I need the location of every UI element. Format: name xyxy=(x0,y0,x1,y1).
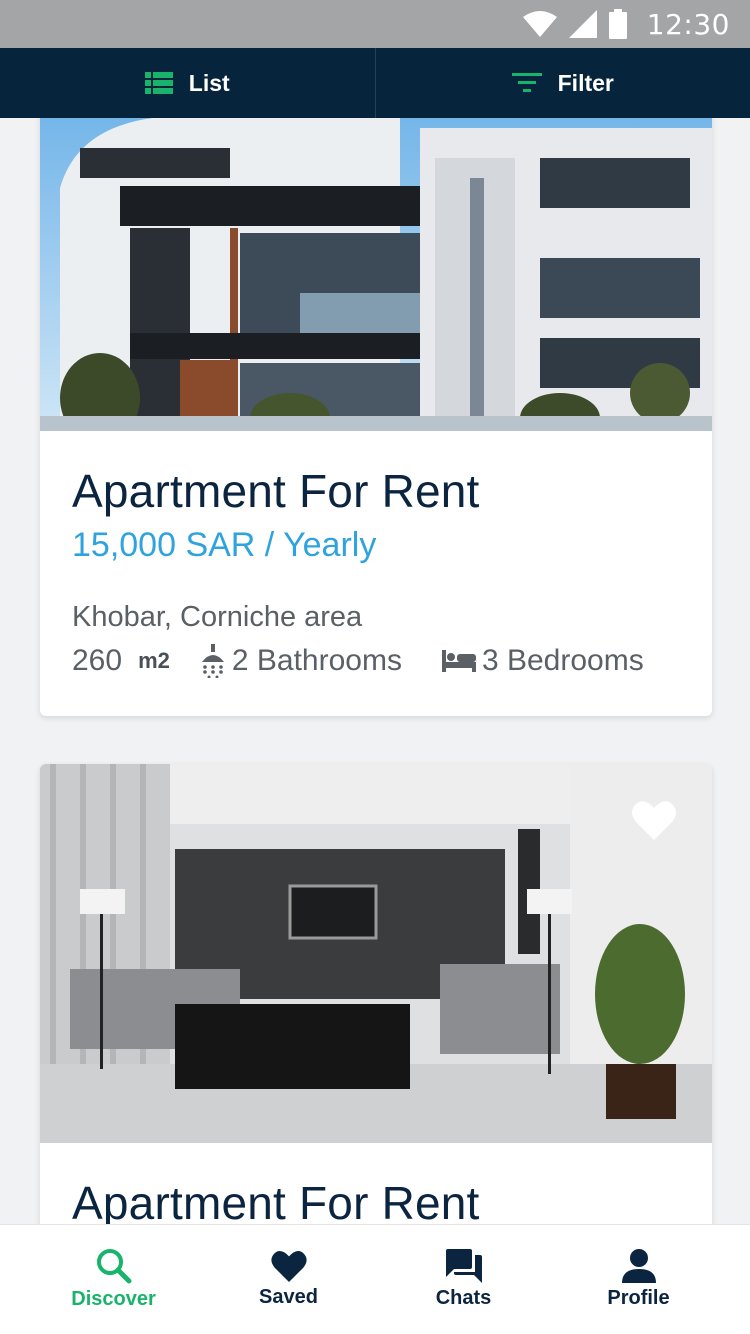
bathrooms-info: 2 Bathrooms xyxy=(200,643,402,678)
signal-icon xyxy=(568,10,597,38)
nav-profile[interactable]: Profile xyxy=(551,1225,726,1334)
nav-saved[interactable]: Saved xyxy=(201,1225,376,1334)
nav-chats-label: Chats xyxy=(435,1287,492,1309)
person-icon xyxy=(621,1249,656,1283)
listing-title: Apartment For Rent xyxy=(72,1177,480,1224)
nav-saved-label: Saved xyxy=(259,1286,318,1308)
bathrooms-label: 2 Bathrooms xyxy=(231,643,402,677)
listing-card[interactable]: Apartment For Rent 15,000 SAR / Yearly K… xyxy=(40,118,712,716)
listing-location: Khobar, Corniche area xyxy=(72,600,363,633)
listing-card[interactable]: Apartment For Rent xyxy=(40,764,712,1224)
list-label: List xyxy=(188,69,230,96)
area-number: 260 xyxy=(72,643,123,677)
filter-icon xyxy=(511,73,542,92)
clock: 12:30 xyxy=(646,7,730,41)
shower-icon xyxy=(201,643,224,678)
listing-feed[interactable]: Apartment For Rent 15,000 SAR / Yearly K… xyxy=(0,118,750,1224)
listing-price: 15,000 SAR / Yearly xyxy=(72,525,377,564)
battery-icon xyxy=(608,9,627,39)
bottom-navigation: Discover Saved Chats Profile xyxy=(0,1224,750,1334)
filter-label: Filter xyxy=(557,69,614,96)
listing-photo-living-room xyxy=(40,764,712,1143)
status-bar: 12:30 xyxy=(0,0,750,48)
list-view-button[interactable]: List xyxy=(0,48,375,118)
nav-discover[interactable]: Discover xyxy=(26,1225,201,1334)
filter-button[interactable]: Filter xyxy=(376,48,750,118)
area-value: 260 m2 xyxy=(72,644,170,678)
bedrooms-info: 3 Bedrooms xyxy=(441,643,644,678)
search-icon xyxy=(96,1249,131,1284)
listing-features: 260 m2 2 Bathrooms 3 Bedrooms xyxy=(72,643,680,678)
bed-icon xyxy=(441,649,476,672)
heart-icon xyxy=(270,1251,307,1282)
nav-chats[interactable]: Chats xyxy=(376,1225,551,1334)
area-unit: m2 xyxy=(138,647,170,673)
listing-photo-building xyxy=(40,118,712,431)
list-icon xyxy=(144,72,173,94)
listing-title: Apartment For Rent xyxy=(72,465,480,517)
nav-profile-label: Profile xyxy=(607,1287,670,1309)
heart-icon[interactable] xyxy=(632,800,676,840)
bedrooms-label: 3 Bedrooms xyxy=(481,643,644,677)
nav-discover-label: Discover xyxy=(71,1288,156,1310)
wifi-icon xyxy=(522,11,557,37)
view-toggle-bar: List Filter xyxy=(0,48,750,118)
chat-icon xyxy=(445,1249,482,1283)
